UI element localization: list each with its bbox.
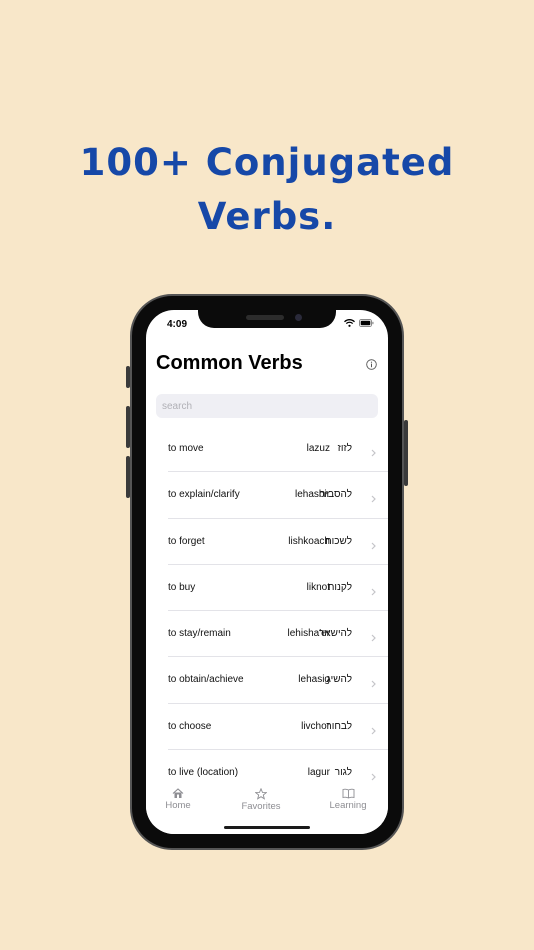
headline-line-1: 100+ Conjugated	[79, 141, 455, 184]
search-input[interactable]	[156, 394, 378, 418]
status-time: 4:09	[167, 319, 188, 330]
verb-transliteration: liknot	[306, 581, 330, 593]
chevron-right-icon	[371, 537, 376, 555]
chevron-right-icon	[371, 444, 376, 462]
status-icons	[344, 319, 374, 327]
list-item[interactable]: to buy liknot לקנות	[168, 565, 388, 612]
verb-transliteration: lagur	[307, 767, 330, 779]
notch	[198, 310, 336, 328]
verb-hebrew: לזוז	[337, 443, 352, 454]
verb-hebrew: לבחור	[326, 720, 352, 732]
star-icon	[231, 788, 291, 800]
tab-home[interactable]: Home	[148, 788, 208, 811]
tab-label: Favorites	[241, 801, 281, 812]
speaker-grille	[246, 315, 284, 320]
verb-english: to live (location)	[168, 767, 239, 779]
verb-english: to stay/remain	[168, 628, 231, 640]
verb-hebrew: להסביר	[320, 489, 352, 501]
verb-hebrew: לקנות	[327, 581, 353, 593]
battery-icon	[359, 319, 374, 327]
verb-transliteration: lishkoach	[288, 535, 330, 547]
chevron-right-icon	[371, 629, 376, 647]
verb-hebrew: להשיג	[326, 674, 352, 686]
front-camera	[295, 314, 302, 321]
promo-headline: 100+ Conjugated Verbs.	[0, 136, 534, 244]
book-icon	[318, 788, 378, 799]
chevron-right-icon	[371, 722, 376, 740]
power-button	[404, 420, 408, 486]
list-item[interactable]: to obtain/achieve lehasig להשיג	[168, 657, 388, 704]
page-title: Common Verbs	[156, 352, 303, 374]
verb-english: to choose	[168, 720, 212, 732]
verb-transliteration: lehasig	[298, 674, 330, 686]
chevron-right-icon	[371, 490, 376, 508]
list-item[interactable]: to stay/remain lehisha'er להישאר	[168, 611, 388, 658]
chevron-right-icon	[371, 583, 376, 601]
home-indicator	[224, 826, 310, 829]
tab-learning[interactable]: Learning	[318, 788, 378, 811]
app-screen: 4:09 Common Verbs to move lazuz לזוז to …	[146, 310, 388, 834]
tab-label: Learning	[329, 800, 367, 811]
verb-english: to explain/clarify	[168, 489, 240, 501]
tab-favorites[interactable]: Favorites	[231, 788, 291, 812]
list-item[interactable]: to move lazuz לזוז	[168, 426, 388, 473]
list-item[interactable]: to choose livchor לבחור	[168, 704, 388, 751]
verb-list: to move lazuz לזוז to explain/clarify le…	[168, 426, 388, 796]
verb-english: to buy	[168, 581, 196, 593]
chevron-right-icon	[371, 675, 376, 693]
wifi-icon	[344, 319, 355, 327]
verb-hebrew: לגור	[334, 767, 352, 779]
verb-english: to forget	[168, 535, 205, 547]
tab-label: Home	[165, 800, 191, 811]
verb-hebrew: להישאר	[319, 628, 352, 640]
info-icon[interactable]	[366, 357, 377, 375]
verb-english: to obtain/achieve	[168, 674, 244, 686]
house-icon	[148, 788, 208, 799]
list-item[interactable]: to explain/clarify lehasbir להסביר	[168, 472, 388, 519]
headline-line-2: Verbs.	[197, 195, 337, 238]
verb-english: to move	[168, 443, 204, 454]
list-item[interactable]: to forget lishkoach לשכוח	[168, 519, 388, 565]
verb-hebrew: לשכוח	[325, 535, 352, 547]
verb-transliteration: lazuz	[306, 443, 330, 454]
